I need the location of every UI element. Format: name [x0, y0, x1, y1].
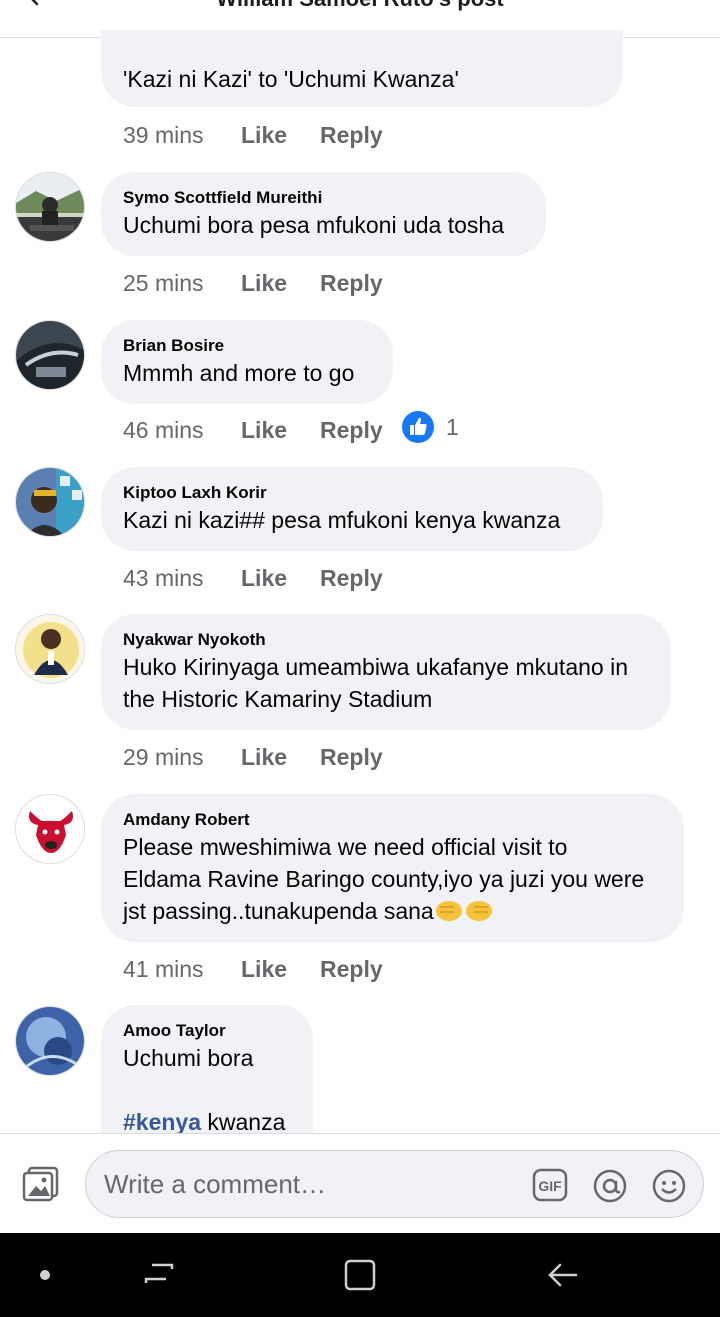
- like-button[interactable]: Like: [241, 415, 320, 445]
- at-icon[interactable]: [592, 1168, 628, 1204]
- comment-meta: 39 mins Like Reply: [123, 120, 383, 150]
- comment-author[interactable]: Amoo Taylor: [123, 1005, 291, 1042]
- comment-input[interactable]: Write a comment… GIF: [85, 1150, 704, 1218]
- comment-bubble[interactable]: Brian Bosire Mmmh and more to go: [101, 320, 393, 404]
- reaction-summary[interactable]: 1: [402, 411, 459, 443]
- comment-input-placeholder: Write a comment…: [104, 1169, 327, 1199]
- reply-button[interactable]: Reply: [320, 954, 383, 984]
- comment-composer: Write a comment… GIF: [0, 1133, 720, 1233]
- comment-meta: 29 mins Like Reply: [123, 742, 383, 772]
- comment-time[interactable]: 39 mins: [123, 120, 241, 150]
- comment-text: Mmmh and more to go: [123, 360, 355, 386]
- gif-label: GIF: [538, 1178, 562, 1194]
- like-button[interactable]: Like: [241, 563, 320, 593]
- comment-text: Kazi ni kazi## pesa mfukoni kenya kwanza: [123, 507, 561, 533]
- home-icon[interactable]: [342, 1257, 378, 1293]
- comment-bubble[interactable]: Symo Scottfield Mureithi Uchumi bora pes…: [101, 172, 546, 256]
- nav-dot-icon[interactable]: [36, 1266, 54, 1284]
- comment-text: Please mweshimiwa we need official visit…: [123, 831, 662, 927]
- comment-bubble[interactable]: Nyakwar Nyokoth Huko Kirinyaga umeambiwa…: [101, 614, 671, 730]
- like-button[interactable]: Like: [241, 120, 320, 150]
- reply-button[interactable]: Reply: [320, 415, 383, 445]
- comment-meta: 41 mins Like Reply: [123, 954, 383, 984]
- comment-author[interactable]: Brian Bosire: [123, 320, 371, 357]
- comment-meta: 25 mins Like Reply: [123, 268, 383, 298]
- avatar[interactable]: [15, 614, 85, 684]
- comment-time[interactable]: 29 mins: [123, 742, 241, 772]
- avatar[interactable]: [15, 172, 85, 242]
- comment-time[interactable]: 43 mins: [123, 563, 241, 593]
- reply-button[interactable]: Reply: [320, 742, 383, 772]
- like-button[interactable]: Like: [241, 742, 320, 772]
- comment-text: Huko Kirinyaga umeambiwa ukafanye mkutan…: [123, 654, 628, 712]
- comment-author[interactable]: Amdany Robert: [123, 794, 662, 831]
- system-nav-bar: [0, 1233, 720, 1317]
- reply-button[interactable]: Reply: [320, 120, 383, 150]
- comment-text: Uchumi bora: [123, 1045, 254, 1071]
- comment-author[interactable]: Nyakwar Nyokoth: [123, 614, 649, 651]
- fist-bump-emoji-icon: [435, 901, 492, 921]
- gif-icon[interactable]: GIF: [532, 1168, 568, 1202]
- comment-meta: 46 mins Like Reply: [123, 415, 383, 445]
- reaction-count: 1: [446, 413, 459, 440]
- comment-text: Uchumi bora pesa mfukoni uda tosha: [123, 212, 504, 238]
- comment-time[interactable]: 25 mins: [123, 268, 241, 298]
- avatar[interactable]: [15, 320, 85, 390]
- post-title: William Samoei Ruto's post: [0, 0, 720, 12]
- comment-text: 'Kazi ni Kazi' to 'Uchumi Kwanza': [123, 66, 459, 92]
- recent-apps-icon[interactable]: [142, 1257, 176, 1293]
- comment-bubble[interactable]: Kiptoo Laxh Korir Kazi ni kazi## pesa mf…: [101, 467, 603, 551]
- comment-text-tail: kwanza: [201, 1109, 286, 1135]
- like-button[interactable]: Like: [241, 268, 320, 298]
- comment-text-body: Please mweshimiwa we need official visit…: [123, 834, 645, 924]
- smiley-icon[interactable]: [651, 1168, 687, 1204]
- avatar[interactable]: [15, 794, 85, 864]
- like-button[interactable]: Like: [241, 954, 320, 984]
- thumbs-up-icon: [402, 411, 434, 443]
- reply-button[interactable]: Reply: [320, 563, 383, 593]
- reply-button[interactable]: Reply: [320, 268, 383, 298]
- comment-bubble[interactable]: Amdany Robert Please mweshimiwa we need …: [101, 794, 684, 942]
- comment-time[interactable]: 41 mins: [123, 954, 241, 984]
- avatar[interactable]: [15, 1006, 85, 1076]
- hashtag-link[interactable]: #kenya: [123, 1109, 201, 1135]
- comment-author[interactable]: Symo Scottfield Mureithi: [123, 172, 524, 209]
- back-icon[interactable]: [544, 1257, 580, 1293]
- comment-bubble[interactable]: 'Kazi ni Kazi' to 'Uchumi Kwanza': [101, 30, 623, 107]
- photo-icon[interactable]: [22, 1166, 60, 1202]
- avatar[interactable]: [15, 467, 85, 537]
- comment-meta: 43 mins Like Reply: [123, 563, 383, 593]
- comment-author[interactable]: Kiptoo Laxh Korir: [123, 467, 581, 504]
- comment-time[interactable]: 46 mins: [123, 415, 241, 445]
